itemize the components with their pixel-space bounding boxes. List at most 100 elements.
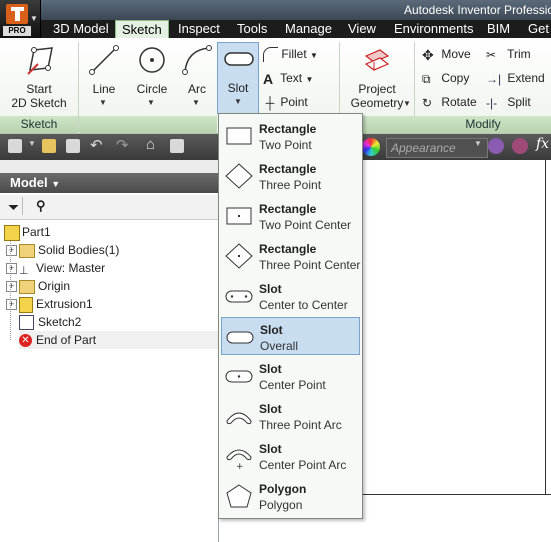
- menu-item-title: Slot: [259, 402, 282, 416]
- tree-item-label: Part1: [22, 225, 51, 239]
- copy-icon: ⧉: [422, 71, 431, 86]
- start-2d-sketch-button[interactable]: Start 2D Sketch: [4, 42, 74, 114]
- tab-tools[interactable]: Tools: [231, 20, 273, 38]
- tree-item-origin[interactable]: + Origin: [6, 277, 70, 295]
- project-geometry-icon: [364, 49, 390, 71]
- end-of-part-icon: ✕: [19, 334, 32, 348]
- tab-manage[interactable]: Manage: [279, 20, 338, 38]
- appearance-dropdown[interactable]: Appearance: [386, 138, 488, 158]
- new-file-icon[interactable]: [8, 139, 22, 153]
- copy-button[interactable]: ⧉ Copy: [422, 68, 469, 88]
- menu-item-subtitle: Center to Center: [259, 298, 348, 312]
- rect-two-point-icon: [226, 127, 252, 145]
- parameters-fx-icon[interactable]: fx: [536, 136, 549, 152]
- tree-item-part1[interactable]: Part1: [4, 223, 51, 241]
- arc-button[interactable]: Arc ▼: [178, 42, 216, 114]
- tab-get-started[interactable]: Get S: [522, 20, 551, 38]
- tab-environments[interactable]: Environments: [388, 20, 479, 38]
- tree-item-solid-bodies[interactable]: + Solid Bodies(1): [6, 241, 119, 259]
- tab-view[interactable]: View: [342, 20, 382, 38]
- menu-item-slot-center-point[interactable]: Slot Center Point: [221, 357, 360, 395]
- menu-item-slot-center-point-arc[interactable]: + Slot Center Point Arc: [221, 437, 360, 475]
- tree-item-extrusion1[interactable]: + Extrusion1: [6, 295, 93, 313]
- home-icon[interactable]: ⌂: [146, 136, 155, 153]
- line-icon: [89, 45, 119, 75]
- tab-sketch[interactable]: Sketch: [115, 20, 169, 40]
- tree-item-sketch2[interactable]: Sketch2: [19, 313, 81, 331]
- tree-item-label: Solid Bodies(1): [38, 243, 120, 257]
- browser-toolbar: ⏷ ⚲: [0, 195, 218, 220]
- circle-button[interactable]: Circle ▼: [131, 42, 173, 114]
- redo-icon[interactable]: ↷: [116, 136, 129, 154]
- menu-item-rectangle-two-point[interactable]: Rectangle Two Point: [221, 117, 360, 155]
- menu-item-subtitle: Polygon: [259, 498, 303, 512]
- appearance-color-icon[interactable]: [362, 138, 380, 156]
- move-button[interactable]: ✥ Move: [422, 44, 471, 64]
- polygon-icon: [226, 484, 252, 508]
- undo-icon[interactable]: ↶: [90, 136, 103, 154]
- rect-two-point-center-icon: [226, 207, 252, 225]
- chevron-down-icon: ▼: [234, 97, 242, 106]
- split-button[interactable]: -|- Split: [486, 92, 531, 112]
- rotate-label: Rotate: [441, 95, 477, 109]
- circle-label: Circle: [136, 82, 168, 96]
- menu-item-slot-overall[interactable]: Slot Overall: [221, 317, 360, 355]
- circle-icon: [139, 47, 165, 73]
- move-icon: ✥: [422, 46, 434, 63]
- filter-icon[interactable]: ⏷: [8, 199, 19, 216]
- adjust-appearance-icon[interactable]: [488, 138, 504, 154]
- pro-badge: PRO: [3, 26, 31, 36]
- open-folder-icon[interactable]: [42, 139, 56, 153]
- slot-three-point-arc-icon: [226, 412, 252, 425]
- toolbar-divider: [22, 197, 23, 215]
- menu-item-slot-three-point-arc[interactable]: Slot Three Point Arc: [221, 397, 360, 435]
- menu-item-title: Rectangle: [259, 122, 317, 136]
- menu-item-title: Slot: [260, 323, 283, 337]
- menu-item-title: Slot: [259, 282, 282, 296]
- tab-inspect[interactable]: Inspect: [172, 20, 226, 38]
- point-button[interactable]: ┼ Point: [263, 92, 308, 112]
- extend-button[interactable]: →| Extend: [486, 68, 545, 88]
- tree-item-label: End of Part: [36, 333, 97, 347]
- menu-item-title: Slot: [259, 442, 282, 456]
- tree-item-end-of-part[interactable]: ✕ End of Part: [19, 331, 218, 349]
- clear-appearance-icon[interactable]: [512, 138, 528, 154]
- arc-label: Arc: [188, 82, 206, 96]
- menu-item-slot-center-to-center[interactable]: Slot Center to Center: [221, 277, 360, 315]
- update-icon[interactable]: [170, 139, 184, 153]
- split-label: Split: [507, 95, 531, 109]
- line-label: Line: [92, 82, 116, 96]
- chevron-down-icon: ▼: [51, 179, 61, 189]
- menu-item-subtitle: Three Point: [259, 178, 322, 192]
- tab-3d-model[interactable]: 3D Model: [47, 20, 115, 38]
- project-geometry-button[interactable]: Project Geometry ▼: [344, 42, 411, 114]
- menu-item-rectangle-three-point[interactable]: Rectangle Three Point: [221, 157, 360, 195]
- tree-item-label: Extrusion1: [36, 297, 93, 311]
- text-button[interactable]: A Text ▼: [263, 68, 313, 88]
- split-icon: -|-: [486, 95, 498, 110]
- rotate-button[interactable]: ↻ Rotate: [422, 92, 477, 112]
- sketch-icon: [27, 47, 53, 75]
- fillet-button[interactable]: Fillet ▼: [263, 44, 318, 64]
- ribbon-group-label-blank: [362, 116, 415, 133]
- sketch-line: [545, 160, 546, 494]
- slot-button[interactable]: Slot ▼: [217, 42, 259, 114]
- application-menu-button[interactable]: PRO ▼: [0, 0, 41, 38]
- extrusion-icon: [19, 296, 33, 313]
- chevron-down-icon: ▼: [305, 75, 314, 84]
- save-icon[interactable]: [66, 139, 80, 153]
- tree-item-view-master[interactable]: + ⊥ View: Master: [6, 259, 105, 277]
- sketch-line: [361, 494, 551, 495]
- menu-item-polygon[interactable]: Polygon Polygon: [221, 477, 360, 515]
- trim-button[interactable]: ✂ Trim: [486, 44, 531, 64]
- find-binoculars-icon[interactable]: ⚲: [36, 198, 46, 214]
- chevron-down-icon[interactable]: ▼: [28, 139, 36, 148]
- menu-item-rectangle-three-point-center[interactable]: Rectangle Three Point Center: [221, 237, 360, 275]
- chevron-down-icon[interactable]: ▼: [474, 139, 482, 148]
- ribbon-group-label-create: [79, 116, 217, 133]
- tab-bim[interactable]: BIM: [481, 20, 516, 38]
- line-button[interactable]: Line ▼: [84, 42, 124, 114]
- browser-header[interactable]: Model ▼: [0, 173, 218, 193]
- menu-item-subtitle: Center Point: [259, 378, 326, 392]
- menu-item-rectangle-two-point-center[interactable]: Rectangle Two Point Center: [221, 197, 360, 235]
